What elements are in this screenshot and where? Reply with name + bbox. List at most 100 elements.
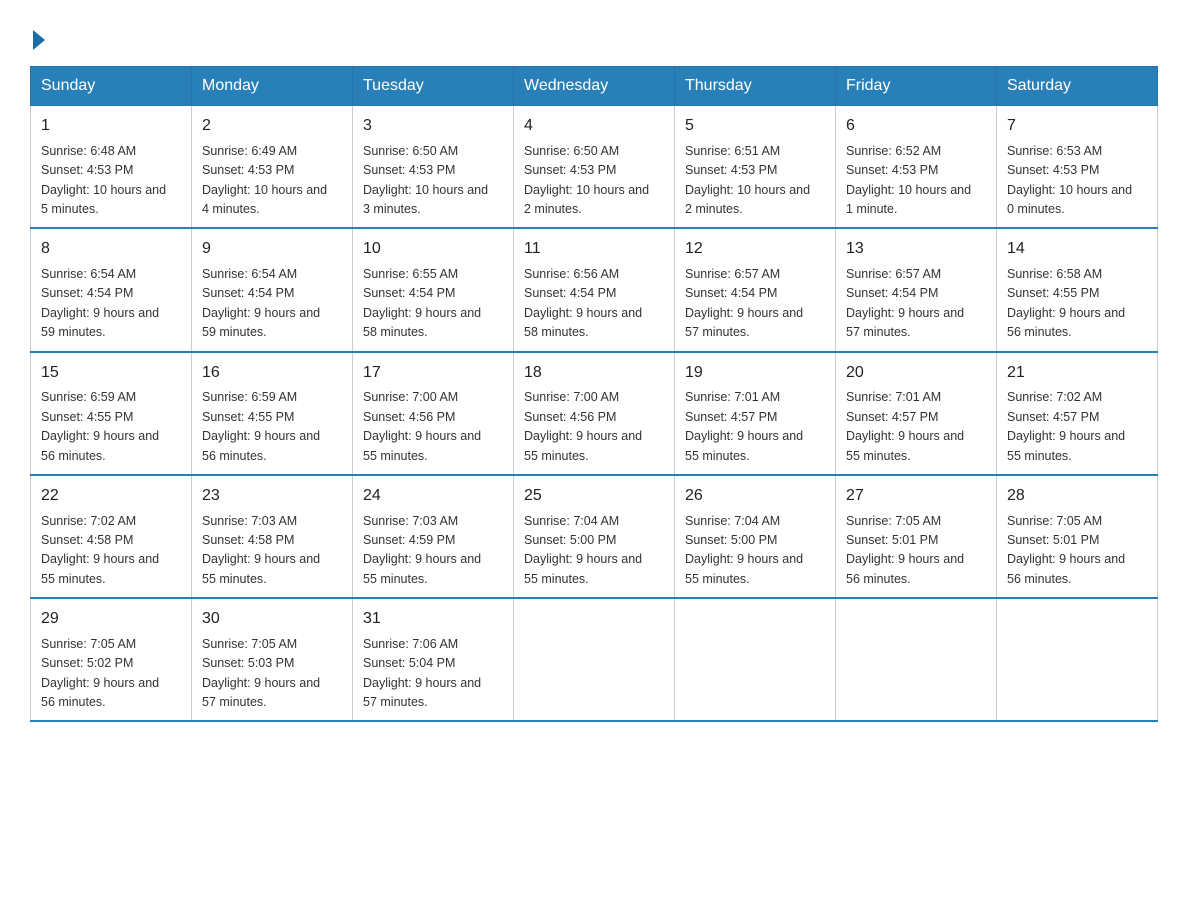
day-info: Sunrise: 7:05 AMSunset: 5:02 PMDaylight:… <box>41 635 181 713</box>
day-number: 3 <box>363 114 503 139</box>
table-row <box>514 598 675 721</box>
day-info: Sunrise: 7:01 AMSunset: 4:57 PMDaylight:… <box>846 388 986 466</box>
table-row: 18Sunrise: 7:00 AMSunset: 4:56 PMDayligh… <box>514 352 675 475</box>
calendar-week-2: 8 Sunrise: 6:54 AMSunset: 4:54 PMDaylight… <box>31 228 1158 351</box>
table-row: 29 Sunrise: 7:05 AMSunset: 5:02 PMDayligh… <box>31 598 192 721</box>
table-row: 5 Sunrise: 6:51 AMSunset: 4:53 PMDaylight… <box>675 106 836 229</box>
day-number: 25 <box>524 484 664 509</box>
day-number: 4 <box>524 114 664 139</box>
day-number: 10 <box>363 237 503 262</box>
day-number: 17 <box>363 361 503 386</box>
table-row: 30 Sunrise: 7:05 AMSunset: 5:03 PMDayligh… <box>192 598 353 721</box>
day-info: Sunrise: 6:48 AMSunset: 4:53 PMDaylight:… <box>41 142 181 220</box>
table-row: 2 Sunrise: 6:49 AMSunset: 4:53 PMDaylight… <box>192 106 353 229</box>
table-row: 28Sunrise: 7:05 AMSunset: 5:01 PMDayligh… <box>997 475 1158 598</box>
day-number: 22 <box>41 484 181 509</box>
day-info: Sunrise: 7:05 AMSunset: 5:03 PMDaylight:… <box>202 635 342 713</box>
table-row: 10 Sunrise: 6:55 AMSunset: 4:54 PMDayligh… <box>353 228 514 351</box>
table-row: 9Sunrise: 6:54 AMSunset: 4:54 PMDaylight… <box>192 228 353 351</box>
col-monday: Monday <box>192 67 353 106</box>
table-row: 24 Sunrise: 7:03 AMSunset: 4:59 PMDayligh… <box>353 475 514 598</box>
day-number: 18 <box>524 361 664 386</box>
logo-arrow-icon <box>33 30 45 50</box>
logo <box>30 20 45 48</box>
col-friday: Friday <box>836 67 997 106</box>
day-number: 1 <box>41 114 181 139</box>
table-row: 3 Sunrise: 6:50 AMSunset: 4:53 PMDaylight… <box>353 106 514 229</box>
table-row: 23 Sunrise: 7:03 AMSunset: 4:58 PMDayligh… <box>192 475 353 598</box>
day-info: Sunrise: 7:06 AMSunset: 5:04 PMDaylight:… <box>363 635 503 713</box>
day-number: 2 <box>202 114 342 139</box>
day-number: 23 <box>202 484 342 509</box>
table-row: 27Sunrise: 7:05 AMSunset: 5:01 PMDayligh… <box>836 475 997 598</box>
table-row: 13 Sunrise: 6:57 AMSunset: 4:54 PMDayligh… <box>836 228 997 351</box>
table-row: 20Sunrise: 7:01 AMSunset: 4:57 PMDayligh… <box>836 352 997 475</box>
day-number: 11 <box>524 237 664 262</box>
table-row: 14 Sunrise: 6:58 AMSunset: 4:55 PMDayligh… <box>997 228 1158 351</box>
day-info: Sunrise: 7:05 AMSunset: 5:01 PMDaylight:… <box>1007 512 1147 590</box>
table-row: 19Sunrise: 7:01 AMSunset: 4:57 PMDayligh… <box>675 352 836 475</box>
day-info: Sunrise: 6:49 AMSunset: 4:53 PMDaylight:… <box>202 142 342 220</box>
day-info: Sunrise: 6:50 AMSunset: 4:53 PMDaylight:… <box>363 142 503 220</box>
day-info: Sunrise: 6:59 AMSunset: 4:55 PMDaylight:… <box>41 388 181 466</box>
day-number: 6 <box>846 114 986 139</box>
day-info: Sunrise: 7:02 AMSunset: 4:58 PMDaylight:… <box>41 512 181 590</box>
day-info: Sunrise: 6:52 AMSunset: 4:53 PMDaylight:… <box>846 142 986 220</box>
day-info: Sunrise: 6:51 AMSunset: 4:53 PMDaylight:… <box>685 142 825 220</box>
day-number: 12 <box>685 237 825 262</box>
day-info: Sunrise: 7:03 AMSunset: 4:58 PMDaylight:… <box>202 512 342 590</box>
col-saturday: Saturday <box>997 67 1158 106</box>
col-tuesday: Tuesday <box>353 67 514 106</box>
table-row <box>997 598 1158 721</box>
day-number: 19 <box>685 361 825 386</box>
day-info: Sunrise: 6:54 AMSunset: 4:54 PMDaylight:… <box>41 265 181 343</box>
day-number: 21 <box>1007 361 1147 386</box>
calendar-week-5: 29 Sunrise: 7:05 AMSunset: 5:02 PMDayligh… <box>31 598 1158 721</box>
day-number: 9 <box>202 237 342 262</box>
day-info: Sunrise: 7:04 AMSunset: 5:00 PMDaylight:… <box>524 512 664 590</box>
day-number: 24 <box>363 484 503 509</box>
day-info: Sunrise: 7:03 AMSunset: 4:59 PMDaylight:… <box>363 512 503 590</box>
calendar-week-1: 1 Sunrise: 6:48 AMSunset: 4:53 PMDaylight… <box>31 106 1158 229</box>
col-wednesday: Wednesday <box>514 67 675 106</box>
table-row: 17Sunrise: 7:00 AMSunset: 4:56 PMDayligh… <box>353 352 514 475</box>
day-number: 27 <box>846 484 986 509</box>
day-number: 26 <box>685 484 825 509</box>
table-row: 7 Sunrise: 6:53 AMSunset: 4:53 PMDaylight… <box>997 106 1158 229</box>
day-number: 31 <box>363 607 503 632</box>
table-row: 4 Sunrise: 6:50 AMSunset: 4:53 PMDaylight… <box>514 106 675 229</box>
day-info: Sunrise: 6:57 AMSunset: 4:54 PMDaylight:… <box>846 265 986 343</box>
day-number: 5 <box>685 114 825 139</box>
day-info: Sunrise: 6:55 AMSunset: 4:54 PMDaylight:… <box>363 265 503 343</box>
day-number: 29 <box>41 607 181 632</box>
day-info: Sunrise: 6:57 AMSunset: 4:54 PMDaylight:… <box>685 265 825 343</box>
day-info: Sunrise: 6:58 AMSunset: 4:55 PMDaylight:… <box>1007 265 1147 343</box>
day-number: 30 <box>202 607 342 632</box>
calendar-header: Sunday Monday Tuesday Wednesday Thursday… <box>31 67 1158 106</box>
day-number: 16 <box>202 361 342 386</box>
table-row: 26Sunrise: 7:04 AMSunset: 5:00 PMDayligh… <box>675 475 836 598</box>
table-row: 11 Sunrise: 6:56 AMSunset: 4:54 PMDayligh… <box>514 228 675 351</box>
table-row: 6 Sunrise: 6:52 AMSunset: 4:53 PMDaylight… <box>836 106 997 229</box>
table-row: 15Sunrise: 6:59 AMSunset: 4:55 PMDayligh… <box>31 352 192 475</box>
day-number: 13 <box>846 237 986 262</box>
day-number: 15 <box>41 361 181 386</box>
table-row: 25 Sunrise: 7:04 AMSunset: 5:00 PMDayligh… <box>514 475 675 598</box>
table-row: 22 Sunrise: 7:02 AMSunset: 4:58 PMDayligh… <box>31 475 192 598</box>
day-number: 14 <box>1007 237 1147 262</box>
page-header <box>30 20 1158 48</box>
calendar-week-3: 15Sunrise: 6:59 AMSunset: 4:55 PMDayligh… <box>31 352 1158 475</box>
day-info: Sunrise: 7:00 AMSunset: 4:56 PMDaylight:… <box>524 388 664 466</box>
day-info: Sunrise: 6:50 AMSunset: 4:53 PMDaylight:… <box>524 142 664 220</box>
day-number: 7 <box>1007 114 1147 139</box>
day-number: 8 <box>41 237 181 262</box>
calendar-table: Sunday Monday Tuesday Wednesday Thursday… <box>30 66 1158 722</box>
table-row: 12 Sunrise: 6:57 AMSunset: 4:54 PMDayligh… <box>675 228 836 351</box>
calendar-week-4: 22 Sunrise: 7:02 AMSunset: 4:58 PMDayligh… <box>31 475 1158 598</box>
day-info: Sunrise: 6:53 AMSunset: 4:53 PMDaylight:… <box>1007 142 1147 220</box>
day-info: Sunrise: 7:01 AMSunset: 4:57 PMDaylight:… <box>685 388 825 466</box>
col-thursday: Thursday <box>675 67 836 106</box>
table-row: 1 Sunrise: 6:48 AMSunset: 4:53 PMDaylight… <box>31 106 192 229</box>
day-info: Sunrise: 6:56 AMSunset: 4:54 PMDaylight:… <box>524 265 664 343</box>
table-row: 21Sunrise: 7:02 AMSunset: 4:57 PMDayligh… <box>997 352 1158 475</box>
